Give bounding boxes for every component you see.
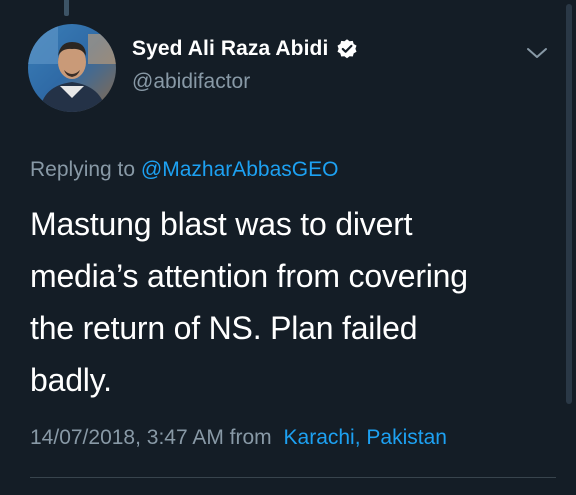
timestamp[interactable]: 14/07/2018, 3:47 AM xyxy=(30,426,224,449)
chevron-down-icon[interactable] xyxy=(524,44,550,62)
replying-to-link[interactable]: @MazharAbbasGEO xyxy=(141,158,339,181)
avatar[interactable] xyxy=(28,24,116,112)
scrollbar[interactable] xyxy=(566,4,572,404)
tweet-text-line: badly. xyxy=(30,362,112,398)
author-handle[interactable]: @abidifactor xyxy=(132,70,250,94)
replying-prefix: Replying to xyxy=(30,158,136,181)
author-name[interactable]: Syed Ali Raza Abidi xyxy=(132,37,328,61)
location-link[interactable]: Karachi, Pakistan xyxy=(284,426,447,449)
tweet-text-line: media’s attention from covering xyxy=(30,258,468,294)
tweet-meta: 14/07/2018, 3:47 AM from Karachi, Pakist… xyxy=(30,426,447,450)
thread-connector-line xyxy=(64,0,69,16)
tweet-text-line: the return of NS. Plan failed xyxy=(30,310,418,346)
from-label: from xyxy=(229,426,272,449)
divider xyxy=(30,477,556,478)
verified-badge-icon xyxy=(336,38,358,60)
author-name-row: Syed Ali Raza Abidi xyxy=(132,37,358,61)
tweet-text: Mastung blast was to divert media’s atte… xyxy=(30,198,550,406)
replying-to-row: Replying to @MazharAbbasGEO xyxy=(30,158,338,182)
tweet-text-line: Mastung blast was to divert xyxy=(30,206,413,242)
avatar-image xyxy=(28,24,116,112)
